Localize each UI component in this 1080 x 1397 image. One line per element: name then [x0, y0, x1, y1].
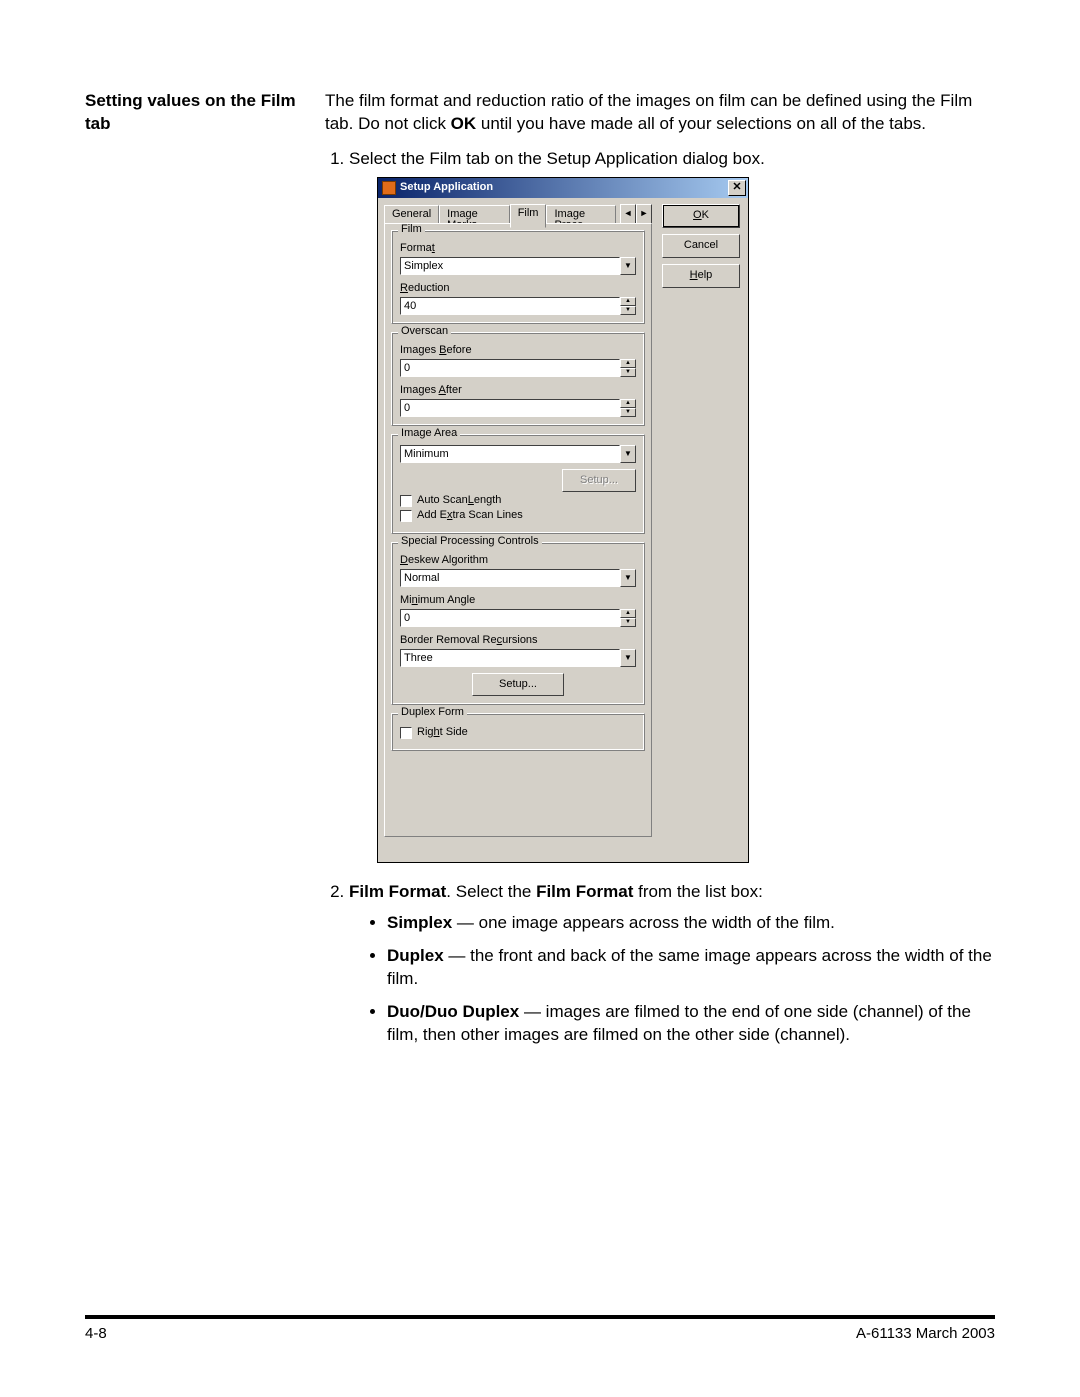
- side-heading: Setting values on the Film tab: [85, 90, 325, 136]
- reduction-label: Reduction: [400, 283, 636, 294]
- bullet-simplex: Simplex — one image appears across the w…: [387, 912, 995, 935]
- spin-up-icon[interactable]: ▲: [620, 359, 636, 368]
- doc-id: A-61133 March 2003: [856, 1325, 995, 1342]
- group-film: Film Format ▼ Reduction: [391, 230, 645, 324]
- tab-scroll-right-icon[interactable]: ►: [636, 204, 652, 224]
- images-before-label: Images Before: [400, 345, 636, 356]
- spin-down-icon[interactable]: ▼: [620, 368, 636, 377]
- image-area-input[interactable]: [400, 445, 620, 463]
- titlebar: Setup Application ✕: [378, 178, 748, 198]
- setup-application-dialog: Setup Application ✕ General Image Marks …: [377, 177, 749, 863]
- format-input[interactable]: [400, 257, 620, 275]
- chevron-down-icon[interactable]: ▼: [620, 569, 636, 587]
- reduction-spin[interactable]: ▲▼: [400, 297, 636, 315]
- page-footer: 4-8 A-61133 March 2003: [85, 1315, 995, 1342]
- tab-scroll[interactable]: ◄ ►: [620, 204, 652, 224]
- border-input[interactable]: [400, 649, 620, 667]
- images-before-spin[interactable]: ▲▼: [400, 359, 636, 377]
- special-setup-button[interactable]: Setup...: [472, 673, 564, 696]
- spin-down-icon[interactable]: ▼: [620, 618, 636, 627]
- main-column: The film format and reduction ratio of t…: [325, 90, 995, 1060]
- step-1: Select the Film tab on the Setup Applica…: [349, 148, 995, 863]
- group-image-area: Image Area ▼ Setup... Auto Scan Length: [391, 434, 645, 534]
- spin-up-icon[interactable]: ▲: [620, 297, 636, 306]
- tab-strip: General Image Marks Film Image Proce ◄ ►: [384, 204, 652, 224]
- border-label: Border Removal Recursions: [400, 635, 636, 646]
- window-title: Setup Application: [400, 182, 728, 193]
- add-extra-scan-lines-checkbox[interactable]: Add Extra Scan Lines: [400, 510, 636, 522]
- intro-paragraph: The film format and reduction ratio of t…: [325, 90, 995, 136]
- chevron-down-icon[interactable]: ▼: [620, 649, 636, 667]
- spin-down-icon[interactable]: ▼: [620, 306, 636, 315]
- images-after-spin[interactable]: ▲▼: [400, 399, 636, 417]
- chevron-down-icon[interactable]: ▼: [620, 257, 636, 275]
- reduction-input[interactable]: [400, 297, 620, 315]
- deskew-label: Deskew Algorithm: [400, 555, 636, 566]
- border-combo[interactable]: ▼: [400, 649, 636, 667]
- min-angle-spin[interactable]: ▲▼: [400, 609, 636, 627]
- right-side-checkbox[interactable]: Right Side: [400, 727, 636, 739]
- step-2: Film Format. Select the Film Format from…: [349, 881, 995, 1047]
- ok-button[interactable]: OK: [662, 204, 740, 228]
- min-angle-input[interactable]: [400, 609, 620, 627]
- group-overscan: Overscan Images Before ▲▼ Images After: [391, 332, 645, 426]
- spin-down-icon[interactable]: ▼: [620, 408, 636, 417]
- group-duplex-form: Duplex Form Right Side: [391, 713, 645, 751]
- spin-up-icon[interactable]: ▲: [620, 399, 636, 408]
- close-icon[interactable]: ✕: [728, 180, 746, 196]
- spin-up-icon[interactable]: ▲: [620, 609, 636, 618]
- format-label: Format: [400, 243, 636, 254]
- deskew-combo[interactable]: ▼: [400, 569, 636, 587]
- min-angle-label: Minimum Angle: [400, 595, 636, 606]
- tab-film[interactable]: Film: [510, 204, 547, 228]
- format-combo[interactable]: ▼: [400, 257, 636, 275]
- image-area-setup-button: Setup...: [562, 469, 636, 492]
- bullet-duo: Duo/Duo Duplex — images are filmed to th…: [387, 1001, 995, 1047]
- images-after-label: Images After: [400, 385, 636, 396]
- page-number: 4-8: [85, 1325, 107, 1342]
- images-before-input[interactable]: [400, 359, 620, 377]
- auto-scan-length-checkbox[interactable]: Auto Scan Length: [400, 495, 636, 507]
- images-after-input[interactable]: [400, 399, 620, 417]
- tab-scroll-left-icon[interactable]: ◄: [620, 204, 636, 224]
- chevron-down-icon[interactable]: ▼: [620, 445, 636, 463]
- deskew-input[interactable]: [400, 569, 620, 587]
- cancel-button[interactable]: Cancel: [662, 234, 740, 258]
- app-icon: [382, 181, 396, 195]
- image-area-combo[interactable]: ▼: [400, 445, 636, 463]
- help-button[interactable]: Help: [662, 264, 740, 288]
- bullet-duplex: Duplex — the front and back of the same …: [387, 945, 995, 991]
- group-special-processing: Special Processing Controls Deskew Algor…: [391, 542, 645, 705]
